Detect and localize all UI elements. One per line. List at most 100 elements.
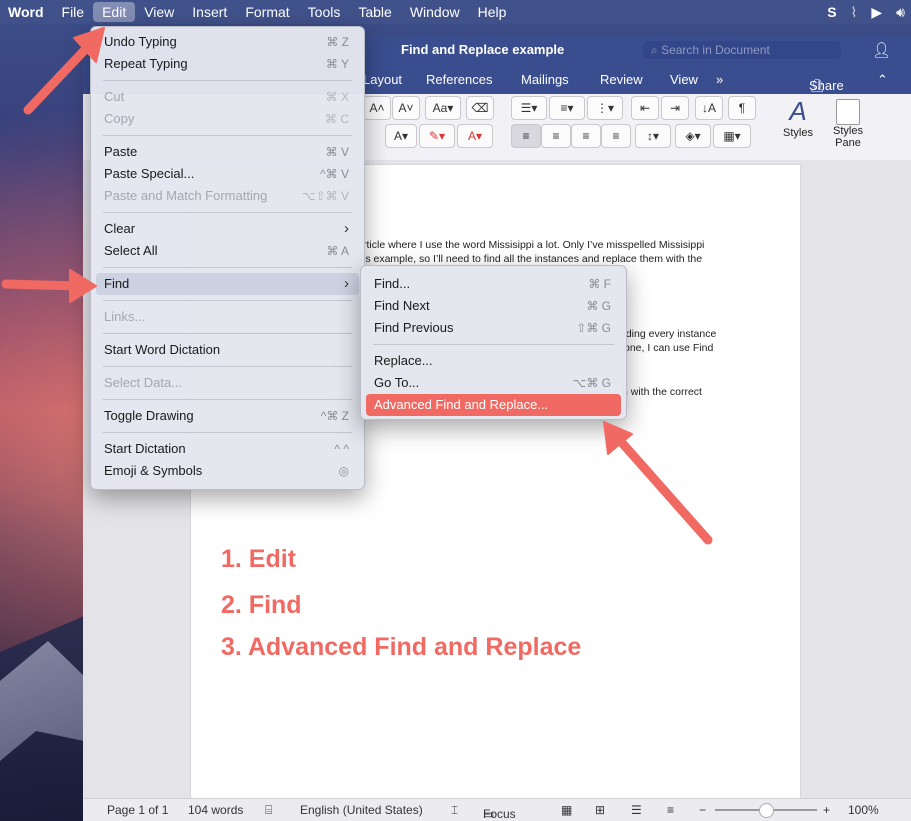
tab-layout[interactable]: Layout [363, 72, 402, 87]
menu-separator [103, 300, 352, 301]
menu-item-find-next[interactable]: Find Next ⌘ G [366, 295, 621, 317]
highlight-color-icon[interactable]: ✎▾ [419, 124, 455, 148]
document-title: Find and Replace example [401, 42, 565, 57]
bullets-icon[interactable]: ☰▾ [511, 96, 547, 120]
align-left-icon[interactable]: ≡ [511, 124, 541, 148]
clear-formatting-icon[interactable]: ⌫ [466, 96, 494, 120]
language-status[interactable]: English (United States) [300, 803, 423, 817]
menu-item-paste[interactable]: Paste ⌘ V [96, 141, 359, 163]
annotation-step-3: 3. Advanced Find and Replace [221, 633, 582, 661]
print-layout-icon[interactable]: ▦ [561, 803, 572, 817]
menu-insert[interactable]: Insert [183, 0, 236, 24]
status-bar: Page 1 of 1 104 words ⌸ English (United … [83, 798, 911, 821]
grow-font-icon[interactable]: A˄ [363, 96, 391, 120]
menu-item-paste-special[interactable]: Paste Special... ^⌘ V [96, 163, 359, 185]
shrink-font-icon[interactable]: A˅ [392, 96, 420, 120]
menu-window[interactable]: Window [401, 0, 469, 24]
draft-icon[interactable]: ≡ [667, 803, 674, 817]
decrease-indent-icon[interactable]: ⇤ [631, 96, 659, 120]
align-center-icon[interactable]: ≡ [541, 124, 571, 148]
show-formatting-icon[interactable]: ¶ [728, 96, 756, 120]
menu-item-emoji-symbols[interactable]: Emoji & Symbols ◎ [96, 460, 359, 482]
text-effects-icon[interactable]: A▾ [385, 124, 417, 148]
menu-item-replace[interactable]: Replace... [366, 350, 621, 372]
font-color-icon[interactable]: A▾ [457, 124, 493, 148]
menu-file[interactable]: File [53, 0, 94, 24]
tab-review[interactable]: Review [600, 72, 643, 87]
edit-menu: Undo Typing ⌘ Z Repeat Typing ⌘ Y Cut ⌘ X C… [90, 26, 365, 490]
menu-help[interactable]: Help [469, 0, 516, 24]
more-tabs-icon[interactable]: » [716, 72, 723, 87]
menu-item-find[interactable]: Find › [96, 273, 359, 295]
styles-icon: A [789, 96, 807, 126]
tab-references[interactable]: References [426, 72, 492, 87]
menu-bar: Word File Edit View Insert Format Tools … [0, 0, 911, 24]
menu-item-find-previous[interactable]: Find Previous ⇧⌘ G [366, 317, 621, 339]
tab-mailings[interactable]: Mailings [521, 72, 569, 87]
menu-item-links: Links... [104, 309, 146, 324]
menu-item-paste-and-match-formatting: Paste and Match Formatting ⌥⇧⌘ V [104, 188, 349, 203]
menu-item-start-word-dictation[interactable]: Start Word Dictation [96, 339, 359, 361]
menu-format[interactable]: Format [236, 0, 298, 24]
borders-icon[interactable]: ▦▾ [713, 124, 751, 148]
proofing-icon[interactable]: ⌸ [265, 803, 272, 818]
menu-item-go-to[interactable]: Go To... ⌥⌘ G [366, 372, 621, 394]
styles-button[interactable]: A Styles [773, 96, 823, 156]
search-icon: ⌕ [651, 43, 662, 57]
justify-icon[interactable]: ≡ [601, 124, 631, 148]
menu-item-select-all[interactable]: Select All ⌘ A [96, 240, 359, 262]
shading-icon[interactable]: ◈▾ [675, 124, 711, 148]
menu-separator [373, 344, 614, 345]
menu-app-word[interactable]: Word [0, 0, 53, 24]
zoom-in-icon[interactable]: + [823, 803, 830, 817]
menu-item-select-data: Select Data... [104, 375, 183, 390]
zoom-level[interactable]: 100% [848, 803, 879, 817]
menu-item-cut: Cut ⌘ X [104, 89, 349, 104]
menu-view[interactable]: View [135, 0, 183, 24]
menu-separator [103, 267, 352, 268]
menu-item-find-dialog[interactable]: Find... ⌘ F [366, 273, 621, 295]
menu-edit[interactable]: Edit [93, 2, 136, 22]
line-spacing-icon[interactable]: ↕▾ [635, 124, 671, 148]
menu-separator [103, 212, 352, 213]
zoom-out-icon[interactable]: − [699, 803, 706, 817]
menu-table[interactable]: Table [349, 0, 400, 24]
accessibility-icon[interactable]: ⌶ [451, 803, 458, 818]
chevron-right-icon: › [344, 220, 349, 237]
document-line: is example, so I’ll need to find all the… [363, 253, 703, 265]
styles-pane-button[interactable]: Styles Pane [823, 96, 873, 156]
wifi-off-icon[interactable]: ⌇ [851, 4, 858, 21]
annotation-step-2: 2. Find [221, 591, 302, 619]
skype-icon[interactable]: S [827, 4, 836, 20]
page-count[interactable]: Page 1 of 1 [107, 803, 168, 817]
menu-item-undo-typing[interactable]: Undo Typing ⌘ Z [96, 31, 359, 53]
account-icon[interactable]: 👤︎ [872, 41, 891, 59]
volume-icon[interactable]: 🔊︎ [896, 4, 905, 21]
menu-tools[interactable]: Tools [299, 0, 350, 24]
web-layout-icon[interactable]: ⊞ [595, 803, 605, 817]
menu-separator [103, 80, 352, 81]
word-count[interactable]: 104 words [188, 803, 243, 817]
menu-item-repeat-typing[interactable]: Repeat Typing ⌘ Y [96, 53, 359, 75]
change-case-icon[interactable]: Aa▾ [425, 96, 461, 120]
annotation-step-1: 1. Edit [221, 545, 297, 573]
menu-item-start-dictation[interactable]: Start Dictation ^ ^ [96, 438, 359, 460]
styles-pane-icon [836, 99, 860, 125]
numbering-icon[interactable]: ≡▾ [549, 96, 585, 120]
align-right-icon[interactable]: ≡ [571, 124, 601, 148]
document-line: nding every instance [620, 328, 717, 340]
search-in-document-field[interactable]: ⌕ Search in Document [643, 41, 841, 59]
play-icon[interactable]: ▶ [871, 4, 882, 21]
zoom-slider-knob[interactable] [759, 803, 774, 818]
menu-item-clear[interactable]: Clear › [96, 218, 359, 240]
document-line: rticle where I use the word Missisippi a… [363, 239, 705, 251]
tab-view[interactable]: View [670, 72, 698, 87]
menu-item-advanced-find-and-replace[interactable]: Advanced Find and Replace... [366, 394, 621, 416]
menu-item-toggle-drawing[interactable]: Toggle Drawing ^⌘ Z [96, 405, 359, 427]
multilevel-list-icon[interactable]: ⋮▾ [587, 96, 623, 120]
collapse-ribbon-icon[interactable]: ⌃ [877, 72, 888, 88]
outline-icon[interactable]: ☰ [631, 803, 642, 817]
sort-icon[interactable]: ↓A [695, 96, 723, 120]
menu-item-copy: Copy ⌘ C [104, 111, 349, 126]
increase-indent-icon[interactable]: ⇥ [661, 96, 689, 120]
